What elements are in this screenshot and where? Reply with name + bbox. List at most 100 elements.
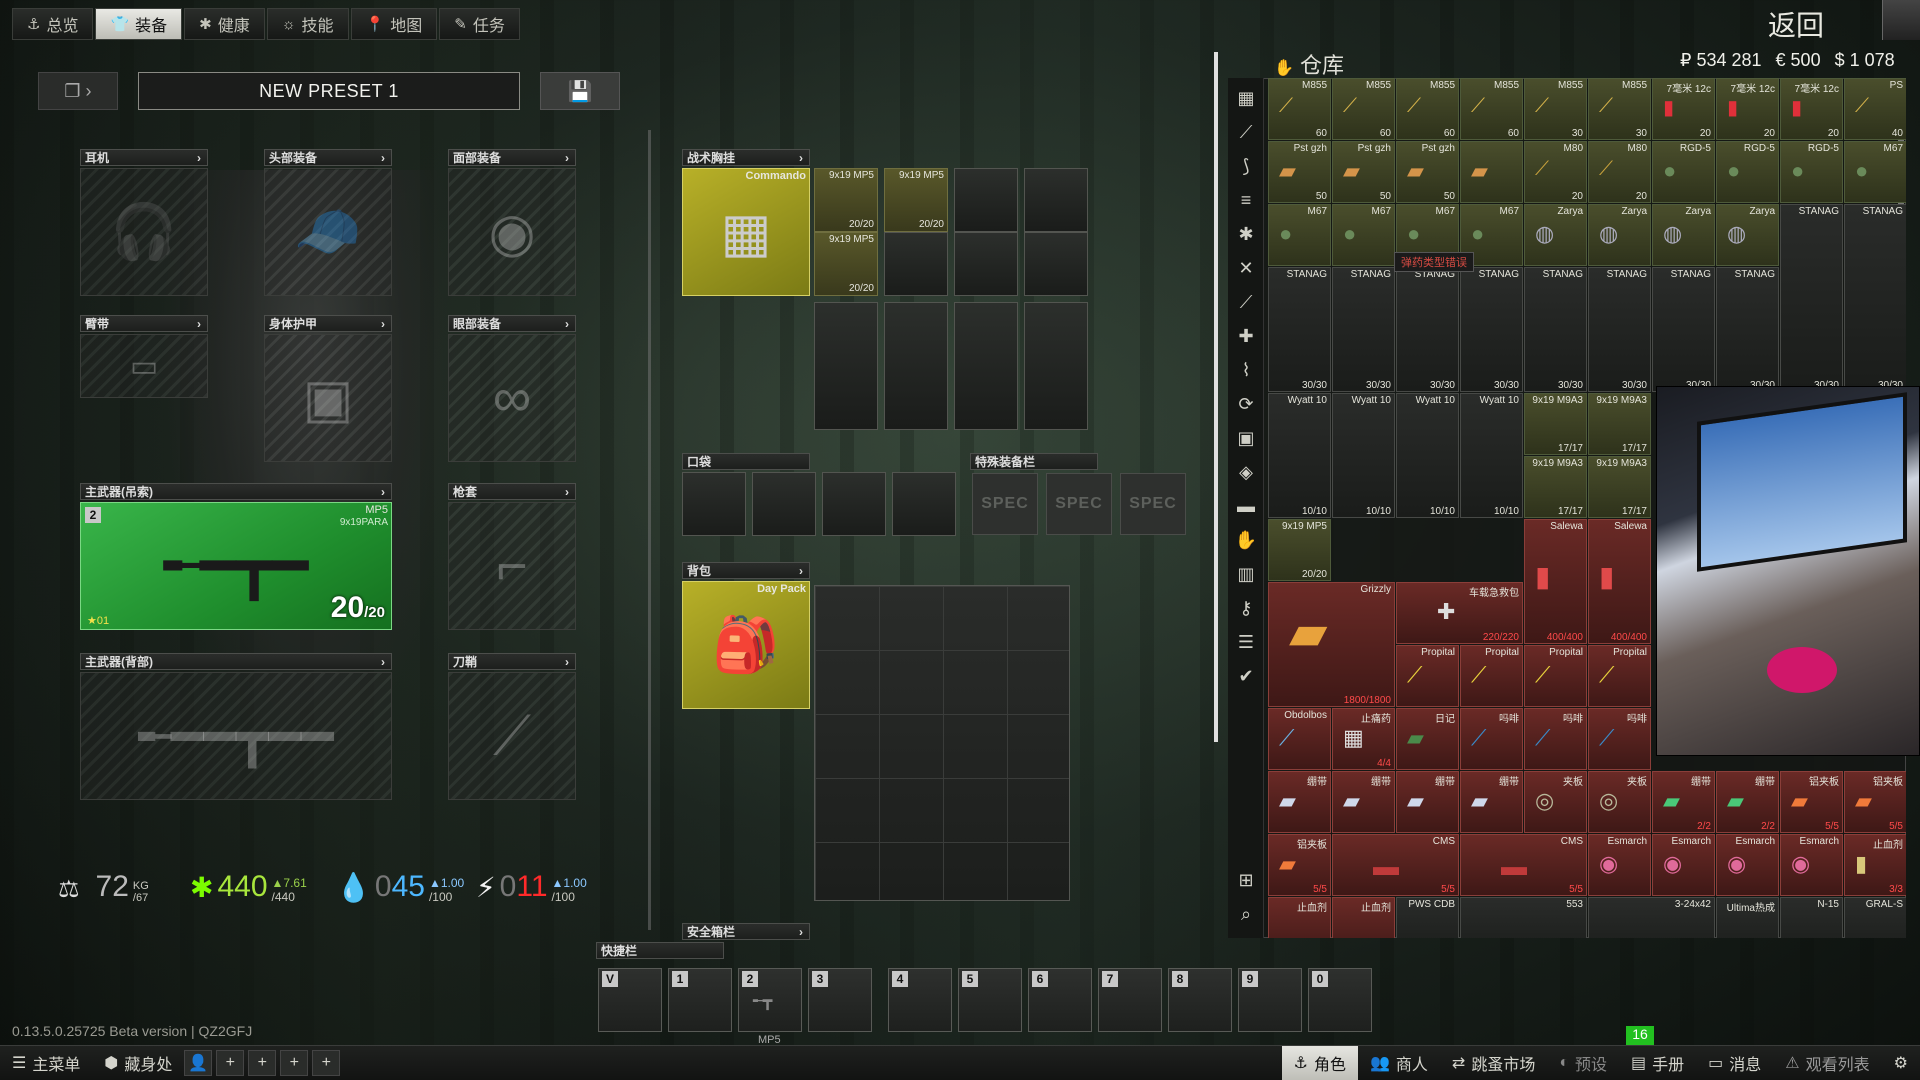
- presets-button[interactable]: ◐ 预设: [1547, 1046, 1619, 1080]
- stash-item[interactable]: M855 ⟋ 30: [1588, 78, 1651, 140]
- pocket-3[interactable]: [822, 472, 886, 536]
- stash-item-bandage[interactable]: 绷带 ▰ 2/2: [1716, 771, 1779, 833]
- stash-item[interactable]: M855 ⟋ 60: [1268, 78, 1331, 140]
- quick-slot-9[interactable]: 9: [1238, 968, 1302, 1032]
- quick-slot-3[interactable]: 3: [808, 968, 872, 1032]
- rig-cell[interactable]: [954, 168, 1018, 232]
- rig-mag-2[interactable]: 9x19 MP5 20/20: [884, 168, 948, 232]
- slot-primary-back[interactable]: ╾━━┳━━: [80, 672, 392, 800]
- stash-item-hemostatic[interactable]: 止血剂 ▮ 3/3: [1844, 834, 1906, 896]
- stash-item-pills[interactable]: 止痛药 ▦ 4/4: [1332, 708, 1395, 770]
- tab-health[interactable]: ✱ 健康: [184, 8, 265, 40]
- stash-item[interactable]: PS ⟋ 40: [1844, 78, 1906, 140]
- slot-headwear[interactable]: 🧢: [264, 168, 392, 296]
- quick-slot-7[interactable]: 7: [1098, 968, 1162, 1032]
- avatar[interactable]: [1882, 0, 1920, 40]
- stash-item-injector[interactable]: Obdolbos ⟋: [1268, 708, 1331, 770]
- stash-item-magazine[interactable]: STANAG30/30: [1524, 267, 1587, 392]
- slot-facecover[interactable]: ◉: [448, 168, 576, 296]
- stash-item[interactable]: N-15: [1780, 897, 1843, 938]
- stash-item-bandage[interactable]: 绷带 ▰: [1268, 771, 1331, 833]
- glove-filter-icon[interactable]: ✋: [1234, 528, 1258, 552]
- medical-filter-icon[interactable]: ✚: [1234, 324, 1258, 348]
- stash-item[interactable]: RGD-5 ●: [1716, 141, 1779, 203]
- stash-item-injector[interactable]: 吗啡 ⟋: [1588, 708, 1651, 770]
- slot-body-armor[interactable]: ▣: [264, 334, 392, 462]
- stash-item-magazine[interactable]: STANAG30/30: [1588, 267, 1651, 392]
- cross-filter-icon[interactable]: ✕: [1234, 256, 1258, 280]
- stash-item-splint[interactable]: 铝夹板 ▰ 5/5: [1268, 834, 1331, 896]
- stash-item-magazine[interactable]: 9x19 M9A3 17/17: [1588, 456, 1651, 518]
- stash-item[interactable]: 3-24x42: [1588, 897, 1715, 938]
- stash-item[interactable]: Zarya ◍: [1588, 204, 1651, 266]
- quick-slot-5[interactable]: 5: [958, 968, 1022, 1032]
- stash-item-splint[interactable]: 夹板 ◎: [1588, 771, 1651, 833]
- stash-item[interactable]: ▰: [1460, 141, 1523, 203]
- quick-slot-2[interactable]: 2 ╾┳: [738, 968, 802, 1032]
- backpack-grid[interactable]: [814, 585, 1070, 901]
- stash-item-grizzly[interactable]: Grizzly ▰ 1800/1800: [1268, 582, 1395, 707]
- quick-slot-v[interactable]: V: [598, 968, 662, 1032]
- rig-cell[interactable]: [1024, 168, 1088, 232]
- stash-item[interactable]: M855 ⟋ 60: [1460, 78, 1523, 140]
- ammo-filter-icon[interactable]: ≡: [1234, 188, 1258, 212]
- stash-item-bandage[interactable]: 绷带 ▰: [1460, 771, 1523, 833]
- stash-item[interactable]: M855 ⟋ 60: [1396, 78, 1459, 140]
- barter-filter-icon[interactable]: ⟳: [1234, 392, 1258, 416]
- stash-item-magazine[interactable]: Wyatt 10 10/10: [1396, 393, 1459, 518]
- watchlist-button[interactable]: ⚠ 观看列表: [1773, 1046, 1881, 1080]
- case-filter-icon[interactable]: ▬: [1234, 494, 1258, 518]
- stash-item[interactable]: 553: [1460, 897, 1587, 938]
- stash-item[interactable]: Pst gzh ▰ 50: [1332, 141, 1395, 203]
- hideout-button[interactable]: ⬢ 藏身处: [92, 1046, 184, 1080]
- profile-button[interactable]: 👤: [184, 1050, 213, 1076]
- stash-item-splint[interactable]: 铝夹板 ▰ 5/5: [1844, 771, 1906, 833]
- stash-item-magazine[interactable]: 9x19 M9A3 17/17: [1524, 393, 1587, 455]
- stash-item[interactable]: M80 ⟋ 20: [1524, 141, 1587, 203]
- stash-item-tourniquet[interactable]: Esmarch ◉: [1652, 834, 1715, 896]
- stash-item-magazine[interactable]: STANAG30/30: [1652, 267, 1715, 392]
- melee-filter-icon[interactable]: ⟋: [1234, 290, 1258, 314]
- tab-map[interactable]: 📍 地图: [350, 8, 438, 40]
- stash-item-cms[interactable]: CMS ▬ 5/5: [1460, 834, 1587, 896]
- stash-item[interactable]: Pst gzh ▰ 50: [1396, 141, 1459, 203]
- slot-scabbard[interactable]: ⟋: [448, 672, 576, 800]
- stash-item-magazine[interactable]: STANAG30/30: [1780, 204, 1843, 392]
- rig-cell[interactable]: [1024, 232, 1088, 296]
- stash-item-magazine[interactable]: Wyatt 10 10/10: [1332, 393, 1395, 518]
- stash-item[interactable]: M67 ●: [1844, 141, 1906, 203]
- quick-slot-8[interactable]: 8: [1168, 968, 1232, 1032]
- special-slot-3[interactable]: SPEC: [1120, 473, 1186, 535]
- stash-item-magazine[interactable]: Wyatt 10 10/10: [1268, 393, 1331, 518]
- main-menu-button[interactable]: ☰ 主菜单: [0, 1046, 92, 1080]
- rig-mag-3[interactable]: 9x19 MP5 20/20: [814, 232, 878, 296]
- stash-item-bandage[interactable]: 绷带 ▰: [1332, 771, 1395, 833]
- messages-button[interactable]: ▭ 消息: [1696, 1046, 1773, 1080]
- stash-item[interactable]: 7毫米 12c ▮ 20: [1716, 78, 1779, 140]
- quick-slot-4[interactable]: 4: [888, 968, 952, 1032]
- tab-skills[interactable]: ☼ 技能: [266, 8, 349, 40]
- rig-cell-large[interactable]: [884, 302, 948, 430]
- stash-item-cms[interactable]: CMS ▬ 5/5: [1332, 834, 1459, 896]
- stash-item[interactable]: M67 ●: [1332, 204, 1395, 266]
- grid-icon[interactable]: ▦: [1234, 86, 1258, 110]
- stash-item[interactable]: RGD-5 ●: [1780, 141, 1843, 203]
- stash-item-injector[interactable]: Propital ⟋: [1460, 645, 1523, 707]
- stash-item-diary[interactable]: 日记 ▰: [1396, 708, 1459, 770]
- stash-item-tourniquet[interactable]: Esmarch ◉: [1780, 834, 1843, 896]
- mod-filter-icon[interactable]: ✱: [1234, 222, 1258, 246]
- quick-slot-6[interactable]: 6: [1028, 968, 1092, 1032]
- stash-item-magazine[interactable]: Wyatt 10 10/10: [1460, 393, 1523, 518]
- slot-primary-sling[interactable]: MP5 9x19PARA 2 ╾━┳━ ★01 20/20: [80, 502, 392, 630]
- add-slot-button[interactable]: +: [312, 1050, 341, 1076]
- traders-button[interactable]: 👥 商人: [1358, 1046, 1440, 1080]
- add-slot-button[interactable]: +: [248, 1050, 277, 1076]
- stash-item-magazine[interactable]: STANAG30/30: [1844, 204, 1906, 392]
- character-button[interactable]: ⚓ 角色: [1281, 1045, 1358, 1080]
- syringe-filter-icon[interactable]: ⌇: [1234, 358, 1258, 382]
- rig-mag-1[interactable]: 9x19 MP5 20/20: [814, 168, 878, 232]
- slot-armband[interactable]: ▭: [80, 334, 208, 398]
- stash-item[interactable]: 7毫米 12c ▮ 20: [1652, 78, 1715, 140]
- gear-filter-icon[interactable]: ▣: [1234, 426, 1258, 450]
- stash-item[interactable]: M67 ●: [1268, 204, 1331, 266]
